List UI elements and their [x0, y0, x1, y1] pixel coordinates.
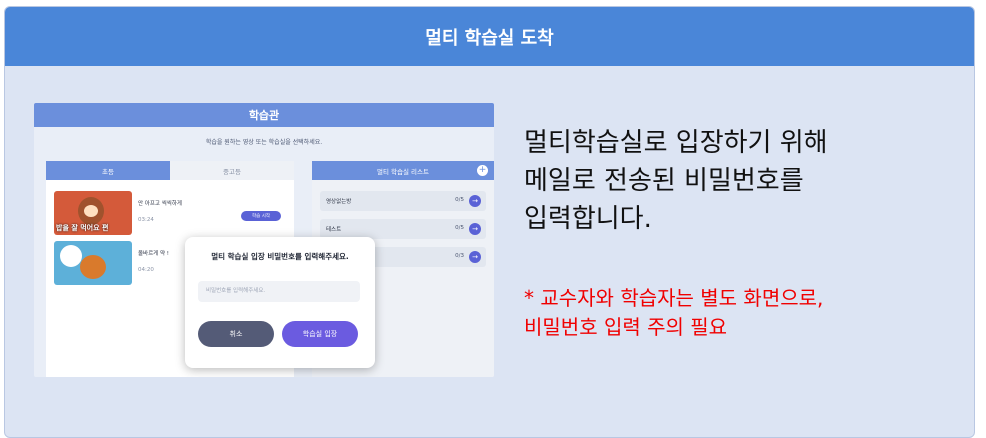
card-header: 멀티 학습실 도착 [5, 7, 974, 66]
note-line: * 교수자와 학습자는 별도 화면으로, [524, 286, 824, 310]
room-item[interactable]: 영상없는방 0/5 → [320, 191, 486, 211]
description-line: 메일로 전송된 비밀번호를 [524, 166, 804, 196]
room-count: 0/5 [455, 197, 464, 203]
room-list-title: 멀티 학습실 리스트 [377, 167, 429, 176]
character-icon [60, 245, 82, 267]
room-count: 0/5 [455, 225, 464, 231]
enter-arrow-icon[interactable]: → [469, 195, 481, 207]
thumbnail-caption: 밥을 잘 먹어요 편 [56, 224, 109, 232]
video-title: 안 아프고 씩씩하게 [138, 201, 182, 207]
enter-room-button[interactable]: 학습실 입장 [282, 321, 358, 347]
description-text: 멀티학습실로 입장하기 위해 메일로 전송된 비밀번호를 입력합니다. [524, 124, 964, 238]
password-input[interactable]: 비밀번호를 입력해주세요. [198, 281, 360, 302]
warning-note: * 교수자와 학습자는 별도 화면으로, 비밀번호 입력 주의 필요 [524, 284, 984, 342]
start-learning-button[interactable]: 학습 시작 [241, 211, 281, 221]
plus-icon[interactable]: + [477, 165, 488, 176]
character-face-icon [84, 205, 98, 217]
video-time: 03:24 [138, 217, 154, 223]
tab-elementary[interactable]: 초등 [46, 161, 170, 180]
room-name: 영상없는방 [326, 199, 352, 205]
enter-arrow-icon[interactable]: → [469, 251, 481, 263]
tab-secondary[interactable]: 중고등 [170, 161, 294, 180]
note-line: 비밀번호 입력 주의 필요 [524, 315, 728, 339]
enter-arrow-icon[interactable]: → [469, 223, 481, 235]
shot-subtitle: 학습을 원하는 영상 또는 학습실을 선택하세요. [205, 139, 323, 146]
room-list-header: 멀티 학습실 리스트 + [312, 161, 494, 180]
description-line: 입력합니다. [524, 204, 652, 234]
character-icon [80, 255, 106, 279]
embedded-screenshot: 학습관 학습을 원하는 영상 또는 학습실을 선택하세요. 초등 중고등 밥을 … [34, 103, 494, 377]
video-time: 04:20 [138, 267, 154, 273]
video-thumbnail[interactable]: 밥을 잘 먹어요 편 [54, 191, 132, 235]
video-title: 올바르게 약 ! [138, 251, 170, 257]
shot-title: 학습관 [248, 109, 280, 122]
room-name: 테스트 [326, 227, 342, 233]
cancel-button[interactable]: 취소 [198, 321, 274, 347]
card-title: 멀티 학습실 도착 [425, 27, 554, 49]
room-item[interactable]: 테스트 0/5 → [320, 219, 486, 239]
room-count: 0/3 [455, 253, 464, 259]
video-thumbnail[interactable] [54, 241, 132, 285]
description-line: 멀티학습실로 입장하기 위해 [524, 128, 828, 158]
modal-title: 멀티 학습실 입장 비밀번호를 입력해주세요. [211, 252, 349, 261]
shot-top-bar: 학습관 [34, 103, 494, 127]
password-modal: 멀티 학습실 입장 비밀번호를 입력해주세요. 비밀번호를 입력해주세요. 취소… [185, 237, 375, 368]
